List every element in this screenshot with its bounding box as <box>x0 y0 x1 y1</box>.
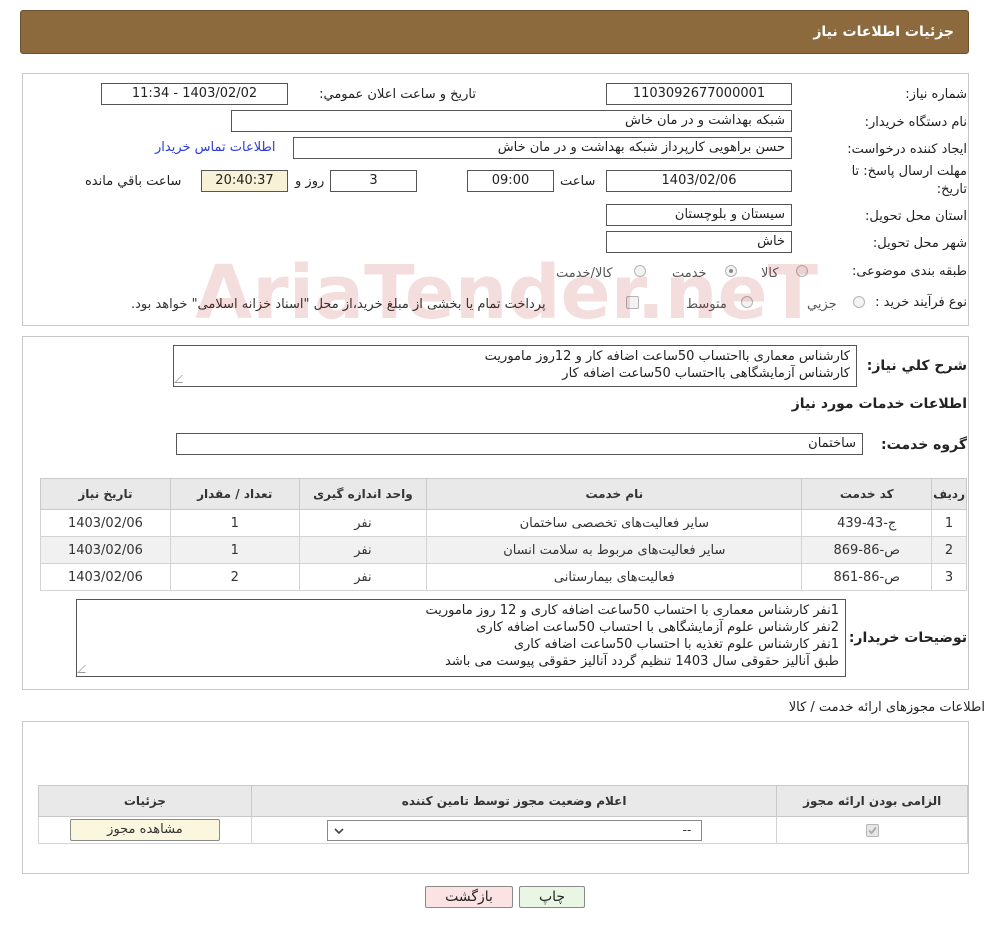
city-label: شهر محل تحویل: <box>872 236 967 251</box>
city-field: خاش <box>606 231 792 253</box>
creator-label: ایجاد کننده درخواست: <box>847 142 967 157</box>
service-name: سایر فعالیت‌های تخصصی ساختمان <box>426 509 803 537</box>
services-table-header: رديف کد خدمت نام خدمت واحد اندازه گیری ت… <box>40 478 967 510</box>
service-code: ص-86-869 <box>801 536 933 564</box>
page-header: جزئیات اطلاعات نیاز <box>20 10 969 54</box>
col-unit: واحد اندازه گیری <box>298 478 428 510</box>
service-unit: نفر <box>298 509 428 537</box>
service-quantity: 1 <box>169 536 300 564</box>
service-group-field: ساختمان <box>176 433 863 455</box>
service-need-date: 1403/02/06 <box>40 536 171 564</box>
deadline-date-field: 1403/02/06 <box>606 170 792 192</box>
service-code: ص-86-861 <box>801 563 933 591</box>
row-number: 3 <box>931 563 967 591</box>
buyer-org-field: شبکه بهداشت و در مان خاش <box>231 110 792 132</box>
buyer-note-line-1: 1نفر کارشناس معماری با احتساب 50ساعت اضا… <box>425 603 839 618</box>
summary-line-2: کارشناس آزمایشگاهی بااحتساب 50ساعت اضافه… <box>562 366 850 381</box>
col-quantity: تعداد / مقدار <box>169 478 300 510</box>
table-row: 1 ج-43-439 سایر فعالیت‌های تخصصی ساختمان… <box>40 509 967 537</box>
permits-table-header: الزامی بودن ارائه مجوز اعلام وضعیت مجوز … <box>38 785 968 817</box>
service-group-label: گروه خدمت: <box>881 437 967 453</box>
deadline-label-line1: مهلت ارسال پاسخ: تا <box>851 164 967 179</box>
service-name: سایر فعالیت‌های مربوط به سلامت انسان <box>426 536 803 564</box>
permit-status-select[interactable]: -- <box>326 819 702 841</box>
buyer-note-line-4: طبق آنالیز حقوقی سال 1403 تنظیم گردد آنا… <box>445 654 839 669</box>
col-service-name: نام خدمت <box>426 478 803 510</box>
service-unit: نفر <box>298 563 428 591</box>
service-need-date: 1403/02/06 <box>40 509 171 537</box>
permit-required-checkbox <box>865 823 879 837</box>
print-button[interactable]: چاپ <box>519 886 585 908</box>
deadline-label-line2: تاریخ: <box>936 182 967 197</box>
summary-line-1: کارشناس معماری بااحتساب 50ساعت اضافه کار… <box>484 349 850 364</box>
service-need-date: 1403/02/06 <box>40 563 171 591</box>
permits-table: الزامی بودن ارائه مجوز اعلام وضعیت مجوز … <box>38 785 968 844</box>
treasury-note: پرداخت تمام یا بخشی از مبلغ خرید،از محل … <box>131 297 546 312</box>
service-unit: نفر <box>298 536 428 564</box>
announce-label: تاریخ و ساعت اعلان عمومي: <box>319 87 476 102</box>
category-radio-goods-service[interactable] <box>634 265 646 277</box>
permit-required-cell <box>776 816 968 844</box>
permit-status-cell: -- <box>250 816 778 844</box>
time-remaining-field: 20:40:37 <box>201 170 288 192</box>
buyer-org-label: نام دستگاه خریدار: <box>864 115 967 130</box>
deadline-time-field: 09:00 <box>467 170 554 192</box>
row-number: 1 <box>931 509 967 537</box>
days-remaining-field: 3 <box>330 170 417 192</box>
buyer-notes-textarea: 1نفر کارشناس معماری با احتساب 50ساعت اضا… <box>76 599 846 677</box>
permit-details-cell: مشاهده مجوز <box>38 816 252 844</box>
services-section-title: اطلاعات خدمات مورد نیاز <box>791 396 967 412</box>
service-quantity: 2 <box>169 563 300 591</box>
need-number-label: شماره نیاز: <box>905 87 967 102</box>
announce-datetime-field: 1403/02/02 - 11:34 <box>101 83 288 105</box>
back-button[interactable]: بازگشت <box>425 886 513 908</box>
purchase-radio-small[interactable] <box>853 296 865 308</box>
col-row-number: رديف <box>931 478 967 510</box>
page-title: جزئیات اطلاعات نیاز <box>813 24 954 40</box>
checkmark-icon <box>868 826 877 834</box>
service-code: ج-43-439 <box>801 509 933 537</box>
buyer-note-line-3: 1نفر کارشناس علوم تغذیه با احتساب 50ساعت… <box>513 637 839 652</box>
creator-field: حسن براهویی کارپرداز شبکه بهداشت و در ما… <box>293 137 792 159</box>
treasury-checkbox[interactable] <box>626 296 639 309</box>
col-permit-required: الزامی بودن ارائه مجوز <box>776 785 968 817</box>
col-need-date: تاریخ نیاز <box>40 478 171 510</box>
buyer-contact-link[interactable]: اطلاعات تماس خریدار <box>155 140 275 155</box>
days-label: روز و <box>295 174 325 189</box>
category-label: طبقه بندی موضوعی: <box>851 264 967 279</box>
service-quantity: 1 <box>169 509 300 537</box>
category-radio-goods[interactable] <box>796 265 808 277</box>
table-row: 3 ص-86-861 فعالیت‌های بیمارستانی نفر 2 1… <box>40 563 967 591</box>
purchase-option-small: جزیي <box>807 297 837 312</box>
province-label: استان محل تحویل: <box>865 209 967 224</box>
col-permit-status: اعلام وضعیت مجوز توسط تامین کننده <box>250 785 778 817</box>
category-option-goods: کالا <box>761 266 779 281</box>
deadline-time-label: ساعت <box>560 174 596 189</box>
col-permit-details: جزئیات <box>38 785 252 817</box>
buyer-notes-label: توضیحات خریدار: <box>848 630 967 646</box>
summary-textarea: کارشناس معماری بااحتساب 50ساعت اضافه کار… <box>173 345 857 387</box>
purchase-type-label: نوع فرآیند خرید : <box>875 295 967 310</box>
province-field: سیستان و بلوچستان <box>606 204 792 226</box>
table-row: 2 ص-86-869 سایر فعالیت‌های مربوط به سلام… <box>40 536 967 564</box>
purchase-option-medium: متوسط <box>686 297 727 312</box>
row-number: 2 <box>931 536 967 564</box>
table-row: -- مشاهده مجوز <box>38 816 968 844</box>
category-option-goods-service: کالا/خدمت <box>556 266 613 281</box>
view-permit-button[interactable]: مشاهده مجوز <box>69 819 220 841</box>
service-name: فعالیت‌های بیمارستانی <box>426 563 803 591</box>
category-option-service: خدمت <box>672 266 707 281</box>
summary-label: شرح كلي نياز: <box>866 358 967 374</box>
permit-status-value: -- <box>682 822 692 837</box>
purchase-radio-medium[interactable] <box>741 296 753 308</box>
services-table: رديف کد خدمت نام خدمت واحد اندازه گیری ت… <box>40 478 967 591</box>
time-remaining-label: ساعت باقي مانده <box>85 174 182 189</box>
permits-section-title: اطلاعات مجوزهای ارائه خدمت / کالا <box>788 700 985 715</box>
need-number-field: 1103092677000001 <box>606 83 792 105</box>
chevron-down-icon <box>334 827 344 834</box>
col-service-code: کد خدمت <box>801 478 933 510</box>
category-radio-service[interactable] <box>725 265 737 277</box>
buyer-note-line-2: 2نفر کارشناس علوم آزمایشگاهی با احتساب 5… <box>476 620 839 635</box>
